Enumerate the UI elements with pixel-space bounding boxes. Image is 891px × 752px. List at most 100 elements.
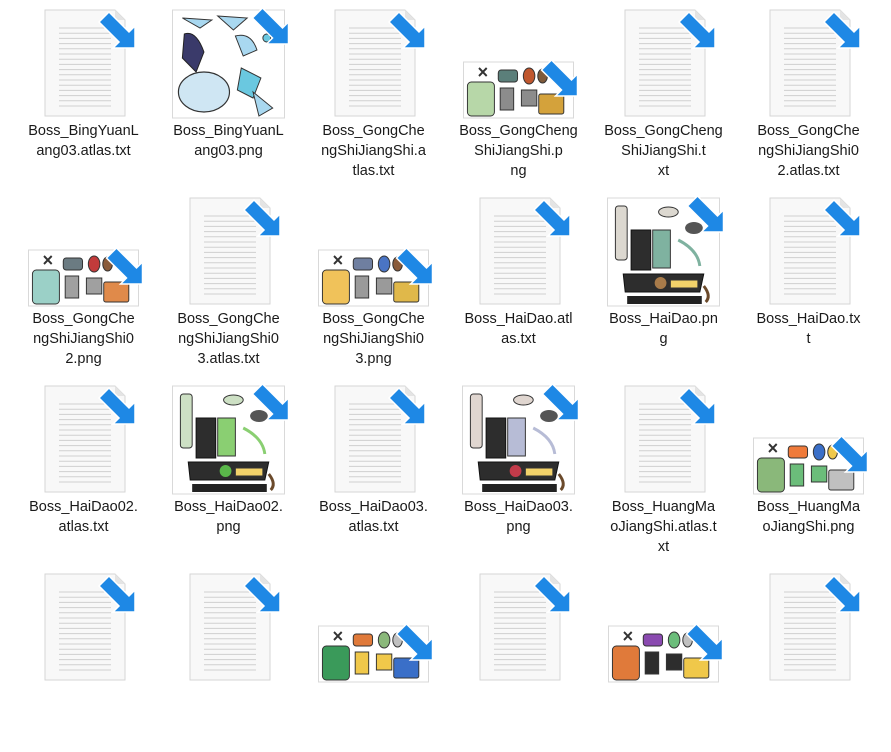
file-name-line: atlas.txt [348,519,399,535]
file-name-line: oJiangShi.png [762,519,855,535]
image-thumbnail [156,8,301,120]
file-name-line: ng [510,163,527,179]
file-item-png[interactable]: Boss_BingYuanL ang03.png [156,0,301,188]
file-item-txt[interactable]: Boss_HaiDao03. atlas.txt [301,376,446,564]
file-name-line: Boss_BingYuanL [28,123,139,139]
file-item-png[interactable]: Boss_HaiDao03.png [446,376,591,564]
file-name-label: Boss_BingYuanL ang03.png [156,121,301,161]
file-name-label: Boss_GongCheng ShiJiangShi.t xt [591,121,736,181]
file-name-label: Boss_HuangMa oJiangShi.png [736,497,881,537]
text-file-icon [736,572,881,684]
file-name-line: Boss_HaiDao03. [464,499,573,515]
file-name-line: ngShiJiangShi0 [323,331,424,347]
file-item-png[interactable]: Boss_GongChe ngShiJiangShi0 3.png [301,188,446,376]
image-thumbnail [446,8,591,120]
text-file-icon [301,384,446,496]
file-item-txt[interactable]: Boss_GongChe ngShiJiangShi0 2.atlas.txt [736,0,881,188]
file-item-png[interactable] [591,564,736,752]
text-file-icon [156,572,301,684]
file-name-line: ang03.png [194,143,263,159]
text-file-icon [591,384,736,496]
file-name-line: ngShiJiangShi.a [321,143,426,159]
file-name-line: png [506,519,531,535]
file-item-txt[interactable]: Boss_GongChe ngShiJiangShi0 3.atlas.txt [156,188,301,376]
file-item-txt[interactable]: Boss_GongChe ngShiJiangShi.a tlas.txt [301,0,446,188]
file-name-line: xt [657,539,670,555]
file-item-txt[interactable]: Boss_GongCheng ShiJiangShi.t xt [591,0,736,188]
file-name-line: 3.png [355,351,392,367]
file-name-label: Boss_HaiDao03.png [446,497,591,537]
image-thumbnail [301,196,446,308]
file-name-line: 2.png [65,351,102,367]
file-item-png[interactable]: Boss_HaiDao.pn g [591,188,736,376]
image-thumbnail [11,196,156,308]
file-name-label: Boss_GongChe ngShiJiangShi0 3.atlas.txt [156,309,301,369]
file-item-txt[interactable]: Boss_HuangMa oJiangShi.atlas.t xt [591,376,736,564]
file-name-line: as.txt [501,331,536,347]
file-name-label: Boss_HaiDao.pn g [591,309,736,349]
file-name-label: Boss_HaiDao02.png [156,497,301,537]
file-name-line: Boss_GongChe [322,123,425,139]
file-name-line: atlas.txt [58,519,109,535]
text-file-icon [446,196,591,308]
file-name-label: Boss_HaiDao.txt [736,309,881,349]
file-name-line: png [216,519,241,535]
file-name-label: Boss_GongChe ngShiJiangShi0 3.png [301,309,446,369]
file-item-png[interactable]: Boss_HaiDao02.png [156,376,301,564]
file-name-line: ngShiJiangShi0 [758,143,859,159]
file-name-line: g [659,331,668,347]
file-item-txt[interactable] [446,564,591,752]
file-name-line: Boss_GongChe [32,311,135,327]
text-file-icon [591,8,736,120]
file-item-png[interactable]: Boss_GongChe ngShiJiangShi0 2.png [11,188,156,376]
file-name-line: ang03.atlas.txt [36,143,131,159]
file-name-line: t [806,331,811,347]
file-name-label: Boss_GongChe ngShiJiangShi.a tlas.txt [301,121,446,181]
file-item-png[interactable]: Boss_HuangMa oJiangShi.png [736,376,881,564]
file-name-line: tlas.txt [352,163,395,179]
file-name-line: 2.atlas.txt [777,163,840,179]
text-file-icon [11,384,156,496]
file-name-label: Boss_GongChe ngShiJiangShi0 2.png [11,309,156,369]
image-thumbnail [301,572,446,684]
file-name-line: 3.atlas.txt [197,351,260,367]
image-thumbnail [446,384,591,496]
file-item-txt[interactable]: Boss_BingYuanL ang03.atlas.txt [11,0,156,188]
file-item-png[interactable] [301,564,446,752]
file-name-label: Boss_HaiDao.atl as.txt [446,309,591,349]
text-file-icon [446,572,591,684]
file-name-line: ngShiJiangShi0 [178,331,279,347]
file-name-line: Boss_GongChe [177,311,280,327]
file-name-label: Boss_HuangMa oJiangShi.atlas.t xt [591,497,736,557]
file-name-line: oJiangShi.atlas.t [610,519,717,535]
file-item-txt[interactable] [736,564,881,752]
text-file-icon [11,572,156,684]
file-item-txt[interactable]: Boss_HaiDao02. atlas.txt [11,376,156,564]
file-name-line: Boss_HuangMa [756,499,861,515]
image-thumbnail [736,384,881,496]
file-name-line: Boss_HaiDao.tx [756,311,861,327]
file-name-line: Boss_GongCheng [604,123,723,139]
file-name-line: xt [657,163,670,179]
text-file-icon [156,196,301,308]
text-file-icon [736,196,881,308]
text-file-icon [736,8,881,120]
file-grid: Boss_BingYuanL ang03.atlas.txt Boss_BingY… [0,0,891,683]
file-name-line: Boss_HaiDao03. [319,499,428,515]
file-item-txt[interactable] [11,564,156,752]
file-item-png[interactable]: Boss_GongCheng ShiJiangShi.p ng [446,0,591,188]
file-name-line: Boss_BingYuanL [173,123,284,139]
file-item-txt[interactable] [156,564,301,752]
file-name-line: Boss_GongChe [757,123,860,139]
file-name-line: ngShiJiangShi0 [33,331,134,347]
file-name-label: Boss_HaiDao02. atlas.txt [11,497,156,537]
text-file-icon [11,8,156,120]
file-item-txt[interactable]: Boss_HaiDao.txt [736,188,881,376]
file-name-label: Boss_GongCheng ShiJiangShi.p ng [446,121,591,181]
file-name-line: Boss_HaiDao02. [174,499,283,515]
file-name-line: Boss_HaiDao02. [29,499,138,515]
file-name-label: Boss_HaiDao03. atlas.txt [301,497,446,537]
file-name-line: ShiJiangShi.p [474,143,563,159]
file-name-line: Boss_HaiDao.atl [464,311,573,327]
file-item-txt[interactable]: Boss_HaiDao.atl as.txt [446,188,591,376]
